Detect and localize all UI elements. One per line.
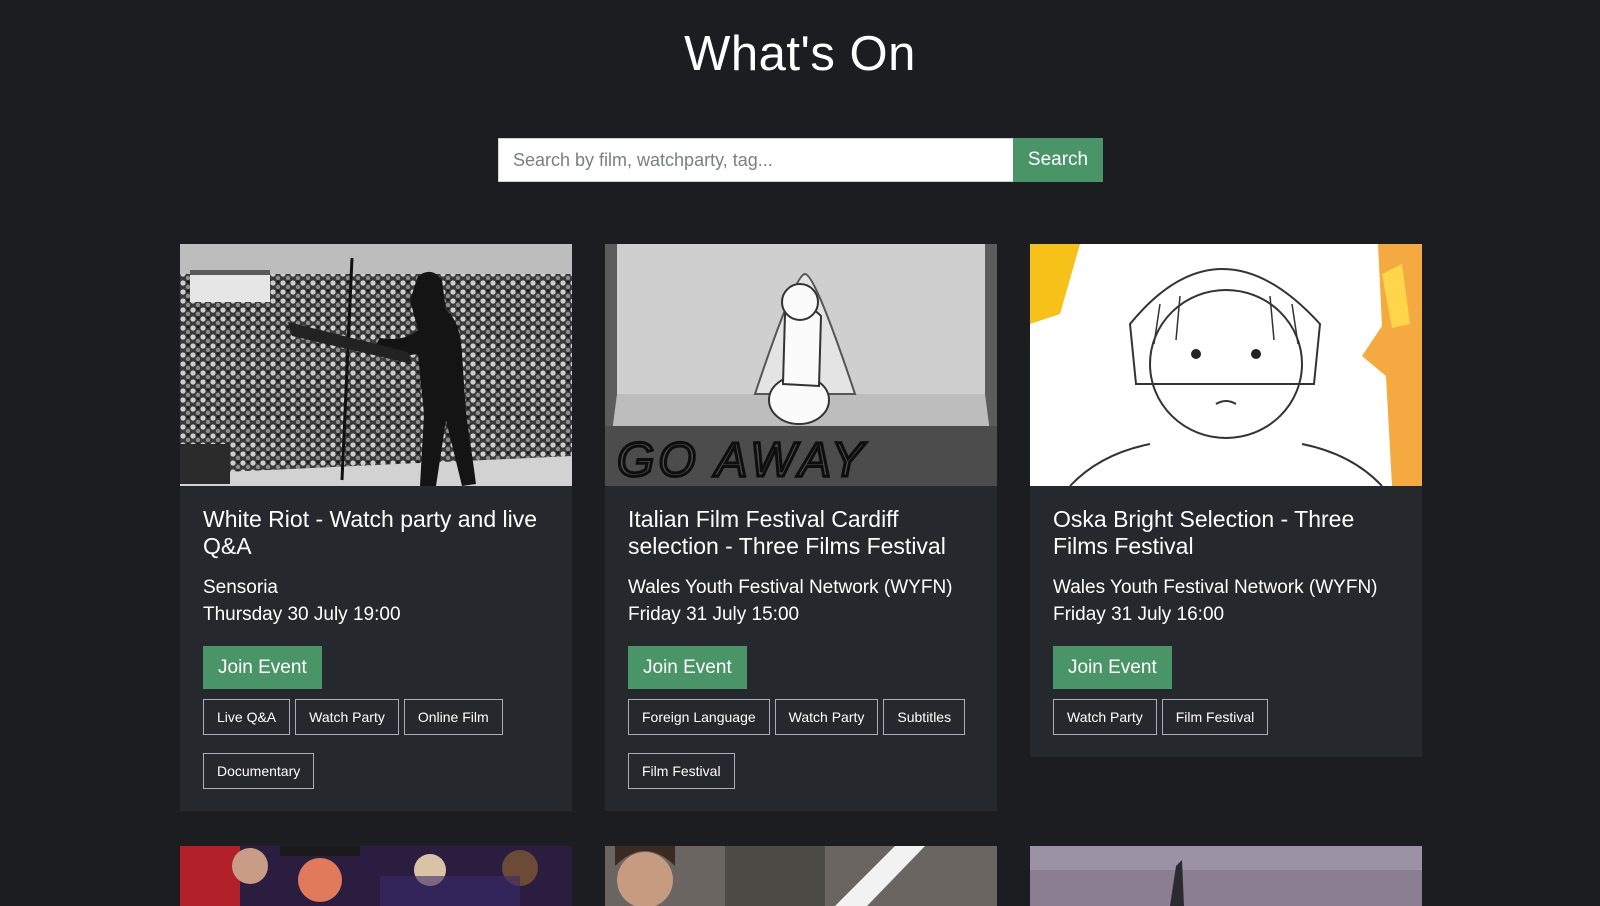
tag[interactable]: Subtitles <box>883 699 966 735</box>
tag[interactable]: Live Q&A <box>203 699 291 735</box>
tag-list: Foreign Language Watch Party Subtitles F… <box>628 699 974 789</box>
search-input[interactable] <box>498 138 1013 182</box>
event-image-drawing[interactable] <box>1030 244 1422 486</box>
tag[interactable]: Film Festival <box>628 753 735 789</box>
join-event-button[interactable]: Join Event <box>203 646 322 689</box>
event-image-sky[interactable] <box>1030 846 1422 906</box>
tag[interactable]: Foreign Language <box>628 699 770 735</box>
image-caption: GO AWAY <box>617 434 867 486</box>
event-title[interactable]: Oska Bright Selection - Three Films Fest… <box>1053 506 1399 560</box>
event-card: White Riot - Watch party and live Q&A Se… <box>180 244 572 811</box>
tag[interactable]: Documentary <box>203 753 315 789</box>
event-card: GO AWAY Italian Film Festival Cardiff se… <box>605 244 997 811</box>
event-datetime: Friday 31 July 15:00 <box>628 604 800 625</box>
search-bar: Search <box>498 138 1103 182</box>
tag[interactable]: Watch Party <box>774 699 879 735</box>
event-host: Sensoria <box>203 577 278 598</box>
tag[interactable]: Watch Party <box>295 699 399 735</box>
join-event-button[interactable]: Join Event <box>628 646 747 689</box>
join-event-button[interactable]: Join Event <box>1053 646 1172 689</box>
event-host: Wales Youth Festival Network (WYFN) <box>1053 577 1378 598</box>
tag[interactable]: Online Film <box>403 699 503 735</box>
event-title[interactable]: White Riot - Watch party and live Q&A <box>203 506 549 560</box>
search-button[interactable]: Search <box>1013 138 1103 182</box>
event-image-animation[interactable]: GO AWAY <box>605 244 997 486</box>
event-host: Wales Youth Festival Network (WYFN) <box>628 577 953 598</box>
tag-list: Live Q&A Watch Party Online Film Documen… <box>203 699 549 789</box>
event-image-concert[interactable] <box>180 244 572 486</box>
tag[interactable]: Film Festival <box>1161 699 1269 735</box>
page-title: What's On <box>684 27 916 81</box>
event-title[interactable]: Italian Film Festival Cardiff selection … <box>628 506 974 560</box>
tag[interactable]: Watch Party <box>1053 699 1157 735</box>
event-image-party[interactable] <box>180 846 572 906</box>
tag-list: Watch Party Film Festival <box>1053 699 1399 735</box>
event-image-portrait[interactable] <box>605 846 997 906</box>
event-datetime: Thursday 30 July 19:00 <box>203 604 401 625</box>
event-card: Oska Bright Selection - Three Films Fest… <box>1030 244 1422 757</box>
event-datetime: Friday 31 July 16:00 <box>1053 604 1225 625</box>
